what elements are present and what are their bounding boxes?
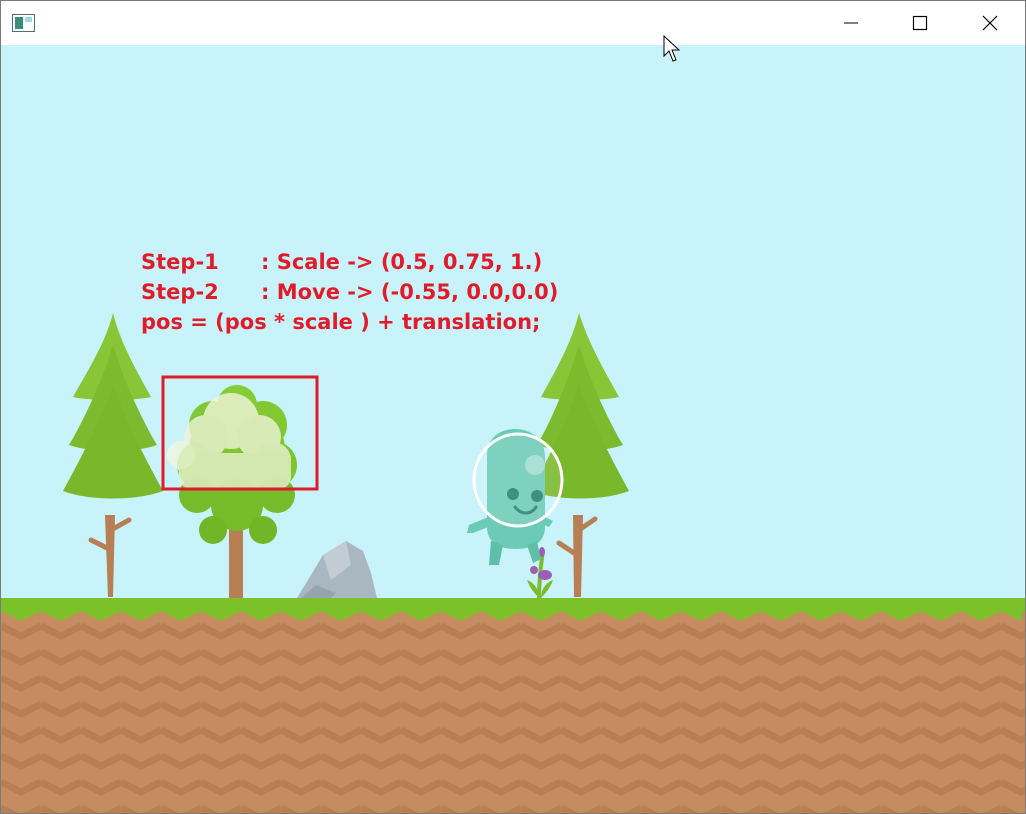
- minimize-button[interactable]: [816, 1, 886, 45]
- step1-text: : Scale -> (0.5, 0.75, 1.): [261, 250, 543, 274]
- step2-label: Step-2: [141, 280, 219, 304]
- maximize-icon: [912, 15, 928, 31]
- overlay-step2: Step-2 : Move -> (-0.55, 0.0,0.0): [141, 277, 558, 307]
- game-canvas[interactable]: Step-1 : Scale -> (0.5, 0.75, 1.) Step-2:…: [1, 45, 1025, 813]
- step2-text: : Move -> (-0.55, 0.0,0.0): [261, 280, 559, 304]
- overlay-formula: pos = (pos * scale ) + translation;: [141, 310, 541, 334]
- mouse-cursor-icon: [663, 35, 681, 62]
- overlay-step1: Step-1 : Scale -> (0.5, 0.75, 1.): [141, 247, 542, 277]
- close-button[interactable]: [955, 1, 1025, 45]
- ground: [1, 598, 1025, 813]
- app-window: Step-1 : Scale -> (0.5, 0.75, 1.) Step-2:…: [0, 0, 1026, 814]
- minimize-icon: [844, 22, 858, 24]
- title-bar[interactable]: [1, 1, 1025, 45]
- maximize-button[interactable]: [885, 1, 955, 45]
- game-scene: [1, 45, 1025, 813]
- close-icon: [982, 15, 998, 31]
- app-icon: [12, 14, 35, 32]
- step1-label: Step-1: [141, 250, 219, 274]
